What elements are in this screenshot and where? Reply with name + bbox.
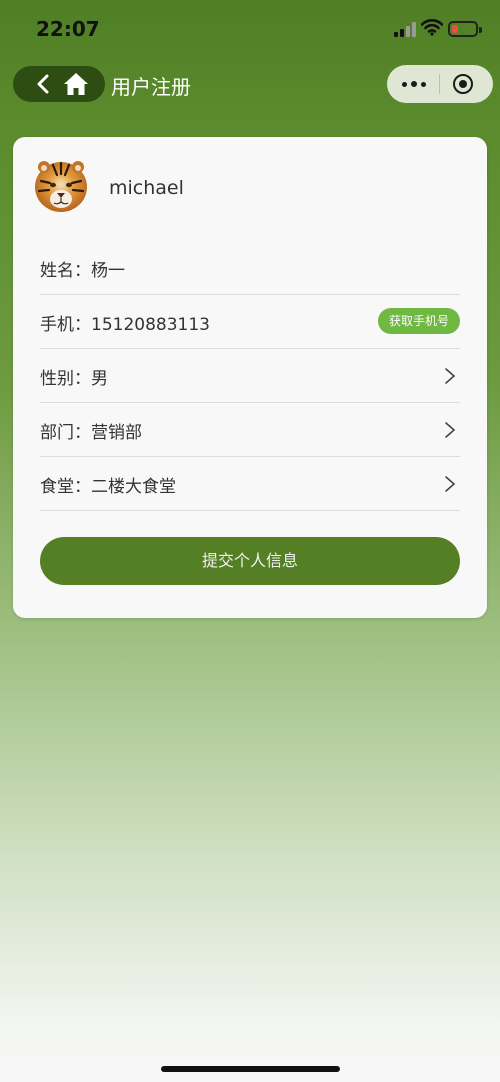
department-label: 部门：营销部 (40, 423, 142, 443)
signal-icon (394, 22, 416, 37)
user-nickname: michael (109, 177, 184, 199)
chevron-right-icon (445, 368, 456, 384)
wifi-icon (421, 19, 443, 36)
register-card: michael 姓名：杨一 手机：15120883113 获取手机号 性别：男 … (13, 137, 487, 618)
chevron-right-icon (445, 476, 456, 492)
phone-label: 手机：15120883113 (40, 315, 210, 335)
home-indicator[interactable] (161, 1066, 340, 1072)
name-label: 姓名：杨一 (40, 261, 125, 281)
row-name[interactable]: 姓名：杨一 (40, 241, 460, 295)
submit-info-button[interactable]: 提交个人信息 (40, 537, 460, 585)
row-phone: 手机：15120883113 获取手机号 (40, 295, 460, 349)
status-bar: 22:07 (0, 0, 500, 58)
status-time: 22:07 (36, 17, 100, 41)
battery-icon (448, 21, 482, 37)
capsule-divider (439, 74, 440, 94)
chevron-right-icon (445, 422, 456, 438)
tiger-avatar (35, 161, 87, 212)
home-icon[interactable] (63, 71, 89, 97)
row-gender[interactable]: 性别：男 (40, 349, 460, 403)
more-icon[interactable] (399, 65, 431, 103)
row-department[interactable]: 部门：营销部 (40, 403, 460, 457)
row-canteen[interactable]: 食堂：二楼大食堂 (40, 457, 460, 511)
canteen-label: 食堂：二楼大食堂 (40, 477, 176, 497)
target-icon[interactable] (453, 74, 473, 94)
get-phone-button[interactable]: 获取手机号 (377, 308, 460, 334)
nav-back-home-pill (13, 66, 105, 102)
gender-label: 性别：男 (40, 369, 108, 389)
mini-program-capsule (387, 65, 493, 103)
page-title: 用户注册 (111, 75, 191, 99)
back-icon[interactable] (33, 72, 55, 96)
